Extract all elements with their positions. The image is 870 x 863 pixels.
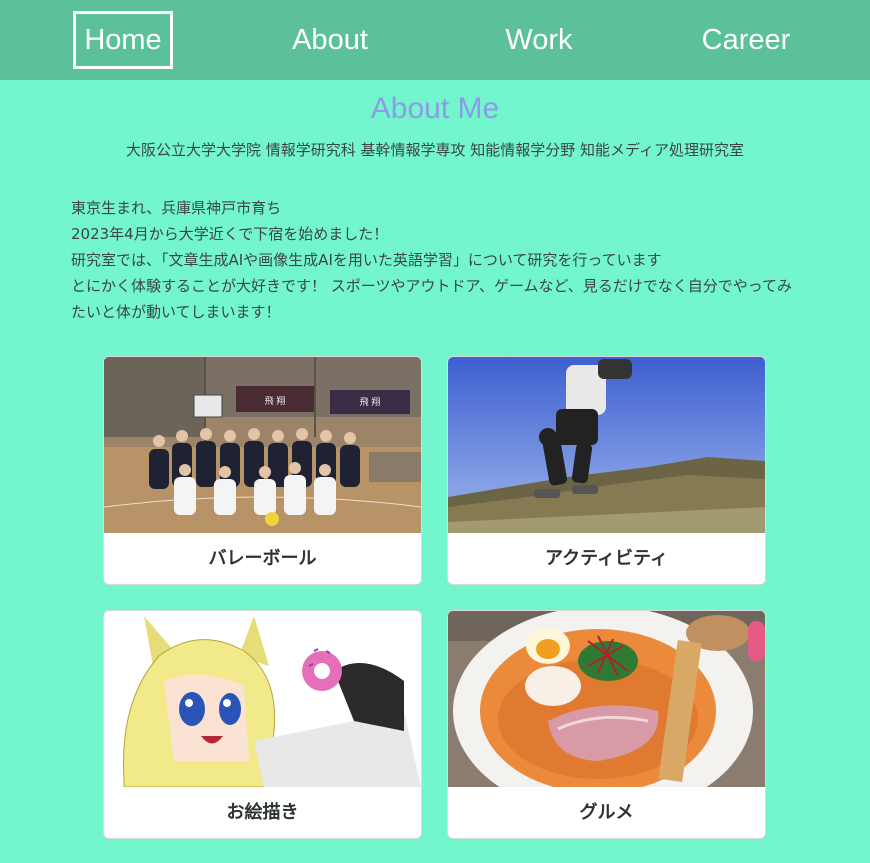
hobby-card-gourmet[interactable]: グルメ <box>447 610 766 839</box>
nav-career-link[interactable]: Career <box>690 11 802 69</box>
svg-text:飛 翔: 飛 翔 <box>360 396 381 408</box>
affiliation-text: 大阪公立大学大学院 情報学研究科 基幹情報学専攻 知能情報学分野 知能メディア処… <box>125 141 745 159</box>
intro-line: とにかく体験することが大好きです！ スポーツやアウトドア、ゲームなど、見るだけで… <box>71 277 793 321</box>
intro-text: 東京生まれ、兵庫県神戸市育ち 2023年4月から大学近くで下宿を始めました！ 研… <box>71 195 801 325</box>
top-navbar: Home About Work Career <box>0 0 870 80</box>
about-title: About Me <box>370 92 500 125</box>
svg-text:飛 翔: 飛 翔 <box>265 395 286 407</box>
hobby-card-activity[interactable]: アクティビティ <box>447 356 766 585</box>
nav-about-link[interactable]: About <box>270 11 390 69</box>
hobby-card-drawing[interactable]: お絵描き <box>103 610 422 839</box>
card-caption: バレーボール <box>208 548 317 569</box>
nav-home-link[interactable]: Home <box>73 11 173 69</box>
nav-work-link[interactable]: Work <box>489 11 589 69</box>
intro-line: 東京生まれ、兵庫県神戸市育ち <box>71 199 282 217</box>
ramen-bowl-photo <box>448 611 765 787</box>
card-caption: アクティビティ <box>545 548 668 569</box>
anime-girl-donut-drawing <box>104 611 421 787</box>
hobby-card-volleyball[interactable]: 飛 翔 飛 翔 バレーボール <box>103 356 422 585</box>
intro-line: 2023年4月から大学近くで下宿を始めました！ <box>71 225 389 243</box>
volleyball-team-photo: 飛 翔 飛 翔 <box>104 357 421 533</box>
card-caption: グルメ <box>579 802 634 823</box>
card-caption: お絵描き <box>226 802 299 823</box>
jumping-on-hill-photo <box>448 357 765 533</box>
intro-line: 研究室では、「文章生成AIや画像生成AIを用いた英語学習」について研究を行ってい… <box>71 251 662 269</box>
